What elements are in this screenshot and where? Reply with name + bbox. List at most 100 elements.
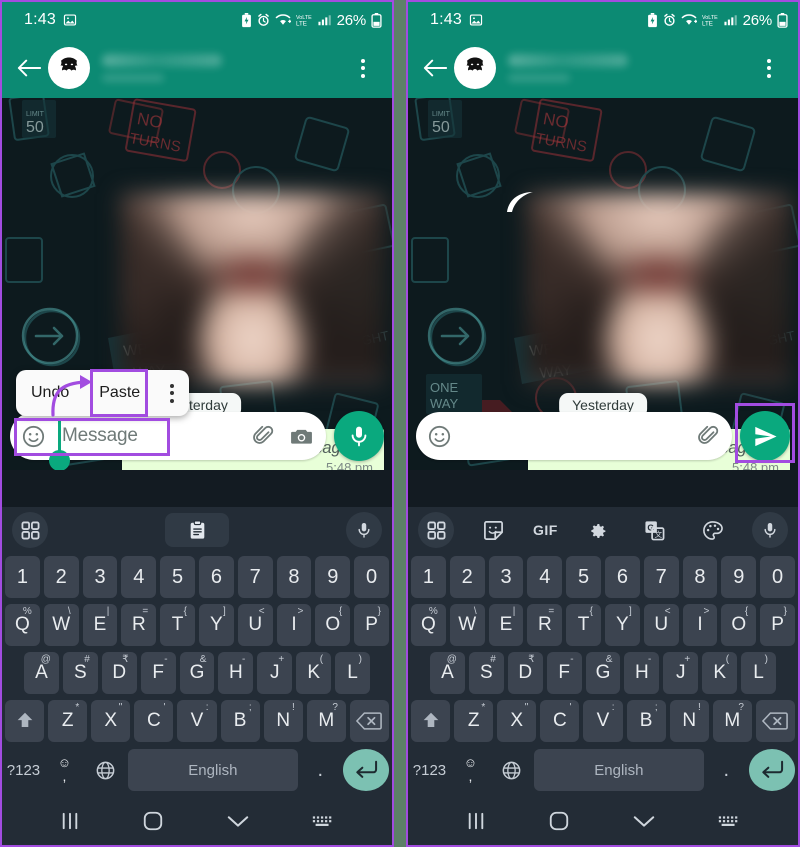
key-y[interactable]: ] Y [199, 604, 234, 646]
text-cursor-handle[interactable] [49, 450, 70, 470]
key-2[interactable]: 2 [43, 556, 79, 598]
shift-icon[interactable] [411, 700, 451, 742]
symbols-key[interactable]: ?123 [5, 749, 42, 791]
key-x[interactable]: " X [91, 700, 131, 742]
grid-icon[interactable] [418, 512, 454, 548]
key-1[interactable]: 1 [411, 556, 446, 598]
emoji-icon[interactable] [427, 424, 452, 449]
microphone-icon[interactable] [751, 512, 788, 548]
key-8[interactable]: 8 [682, 556, 718, 598]
gif-icon[interactable]: GIF [533, 512, 558, 548]
key-q[interactable]: % Q [5, 604, 40, 646]
period-key[interactable]: . [708, 749, 745, 791]
key-6[interactable]: 6 [605, 556, 640, 598]
key-v[interactable]: :V [583, 700, 623, 742]
batman-avatar-icon[interactable] [48, 47, 90, 89]
paperclip-icon[interactable] [251, 424, 275, 448]
overflow-menu-icon[interactable] [754, 51, 784, 85]
key-j[interactable]: + J [257, 652, 293, 694]
key-n[interactable]: ! N [263, 700, 303, 742]
key-4[interactable]: 4 [121, 556, 157, 598]
camera-icon[interactable] [289, 424, 314, 449]
home-icon[interactable] [142, 810, 164, 832]
key-v[interactable]: :V [177, 700, 217, 742]
key-k[interactable]: (K [702, 652, 738, 694]
context-overflow-menu-icon[interactable] [155, 370, 189, 416]
key-e[interactable]: | E [488, 604, 524, 646]
key-z[interactable]: * Z [454, 700, 494, 742]
language-globe-icon[interactable] [493, 749, 530, 791]
emoji-comma-key[interactable]: ☺ , [452, 749, 489, 791]
theme-palette-icon[interactable] [694, 512, 730, 548]
key-m[interactable]: ? M [712, 700, 752, 742]
recents-icon[interactable] [465, 812, 487, 830]
backspace-icon[interactable] [755, 700, 795, 742]
key-i[interactable]: > I [276, 604, 312, 646]
key-z[interactable]: * Z [48, 700, 88, 742]
grid-icon[interactable] [12, 512, 48, 548]
key-8[interactable]: 8 [276, 556, 312, 598]
language-globe-icon[interactable] [87, 749, 124, 791]
key-s[interactable]: # S [62, 652, 98, 694]
key-r[interactable]: = R [121, 604, 157, 646]
keyboard-switch-icon[interactable] [311, 813, 335, 829]
translate-icon[interactable]: G文 [637, 512, 673, 548]
key-0[interactable]: 0 [354, 556, 389, 598]
key-f[interactable]: -F [546, 652, 582, 694]
key-w[interactable]: \ W [449, 604, 485, 646]
space-key[interactable]: English [533, 749, 704, 791]
key-7[interactable]: 7 [237, 556, 273, 598]
key-a[interactable]: @ A [430, 652, 465, 694]
key-n[interactable]: ! N [669, 700, 709, 742]
key-c[interactable]: ' C [540, 700, 580, 742]
key-k[interactable]: (K [296, 652, 332, 694]
key-0[interactable]: 0 [760, 556, 795, 598]
chevron-down-icon[interactable] [226, 813, 250, 829]
key-u[interactable]: < U [237, 604, 273, 646]
key-1[interactable]: 1 [5, 556, 40, 598]
key-s[interactable]: # S [468, 652, 504, 694]
key-g[interactable]: & G [179, 652, 215, 694]
key-o[interactable]: {O [315, 604, 351, 646]
key-j[interactable]: + J [663, 652, 699, 694]
key-i[interactable]: > I [682, 604, 718, 646]
key-6[interactable]: 6 [199, 556, 234, 598]
back-arrow-icon[interactable] [12, 51, 46, 85]
emoji-comma-key[interactable]: ☺ , [46, 749, 83, 791]
key-f[interactable]: -F [140, 652, 176, 694]
blurred-photo-attachment[interactable] [120, 193, 385, 385]
voice-record-button[interactable] [334, 411, 384, 461]
key-5[interactable]: 5 [160, 556, 195, 598]
key-y[interactable]: ] Y [605, 604, 640, 646]
key-w[interactable]: \ W [43, 604, 79, 646]
message-input-pill[interactable] [416, 412, 732, 460]
key-t[interactable]: {T [566, 604, 601, 646]
home-icon[interactable] [548, 810, 570, 832]
batman-avatar-icon[interactable] [454, 47, 496, 89]
contact-name-blurred[interactable] [508, 47, 754, 89]
microphone-icon[interactable] [346, 512, 382, 548]
key-l[interactable]: ) L [741, 652, 777, 694]
key-2[interactable]: 2 [449, 556, 485, 598]
key-m[interactable]: ? M [306, 700, 346, 742]
key-p[interactable]: } P [760, 604, 795, 646]
overflow-menu-icon[interactable] [348, 51, 378, 85]
paperclip-icon[interactable] [696, 424, 720, 448]
key-l[interactable]: ) L [335, 652, 371, 694]
key-h[interactable]: -H [218, 652, 254, 694]
key-a[interactable]: @ A [24, 652, 59, 694]
enter-icon[interactable] [748, 749, 795, 791]
settings-gear-icon[interactable] [579, 512, 615, 548]
recents-icon[interactable] [59, 812, 81, 830]
shift-icon[interactable] [5, 700, 45, 742]
emoji-icon[interactable] [21, 424, 46, 449]
key-q[interactable]: % Q [411, 604, 446, 646]
key-e[interactable]: | E [82, 604, 118, 646]
period-key[interactable]: . [302, 749, 339, 791]
key-p[interactable]: } P [354, 604, 389, 646]
key-5[interactable]: 5 [566, 556, 601, 598]
key-d[interactable]: ₹ D [101, 652, 137, 694]
key-u[interactable]: < U [643, 604, 679, 646]
key-t[interactable]: {T [160, 604, 195, 646]
key-b[interactable]: ; B [220, 700, 260, 742]
